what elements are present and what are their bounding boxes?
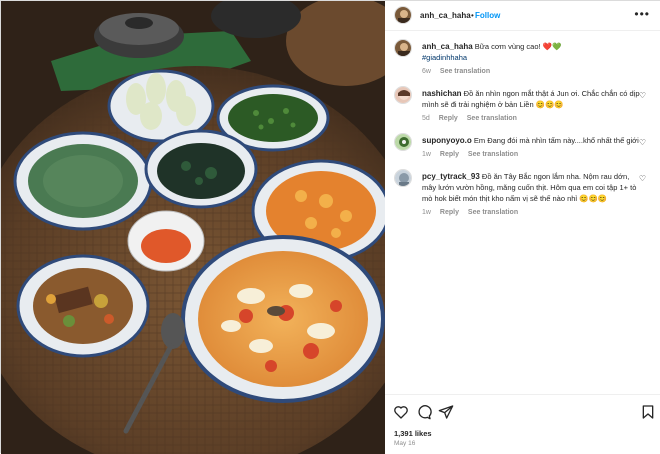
commenter-avatar[interactable] xyxy=(394,86,412,104)
comment-age: 1w xyxy=(422,209,431,216)
save-bookmark-icon[interactable] xyxy=(640,404,656,420)
avatar-image xyxy=(395,7,411,23)
likes-count[interactable]: 1,391 likes xyxy=(394,429,432,438)
reply-link[interactable]: Reply xyxy=(440,209,459,216)
instagram-post-window: anh_ca_haha • Follow ••• anh_ca_haha Bữa… xyxy=(0,0,660,454)
post-date: May 16 xyxy=(394,440,416,447)
avatar-image xyxy=(395,40,411,56)
comment-meta: 5d Reply See translation xyxy=(422,113,644,124)
like-comment-heart-icon[interactable]: ♡ xyxy=(639,174,646,183)
post-photo[interactable] xyxy=(1,1,385,454)
comment-age: 1w xyxy=(422,151,431,158)
caption-avatar[interactable] xyxy=(394,39,412,57)
caption-emoji: ❤️💚 xyxy=(542,42,562,51)
caption-age: 6w xyxy=(422,68,431,75)
avatar-image xyxy=(395,170,411,186)
commenter-avatar[interactable] xyxy=(394,133,412,151)
follow-button[interactable]: Follow xyxy=(475,11,500,20)
like-comment-heart-icon[interactable]: ♡ xyxy=(639,138,646,147)
comment-body: suponyoyo.o Em Đang đói mà nhìn tấm này.… xyxy=(422,135,644,160)
author-avatar[interactable] xyxy=(394,6,412,24)
food-tray-image xyxy=(1,1,385,454)
author-username[interactable]: anh_ca_haha xyxy=(420,11,471,20)
post-header: anh_ca_haha • Follow ••• xyxy=(385,1,660,31)
comment-age: 5d xyxy=(422,115,430,122)
comment-body: pcy_tytrack_93 Đồ ăn Tây Bắc ngon lắm nh… xyxy=(422,171,644,218)
see-translation-link[interactable]: See translation xyxy=(468,151,518,158)
avatar-image xyxy=(395,87,411,103)
comment-username[interactable]: suponyoyo.o xyxy=(422,136,472,145)
reply-link[interactable]: Reply xyxy=(440,151,459,158)
post-actions-bar: 1,391 likes May 16 xyxy=(385,394,660,454)
caption-body: anh_ca_haha Bữa cơm vùng cao! ❤️💚 #giadi… xyxy=(422,41,644,77)
post-details-panel: anh_ca_haha • Follow ••• anh_ca_haha Bữa… xyxy=(385,1,660,454)
comment-meta: 1w Reply See translation xyxy=(422,149,644,160)
like-comment-heart-icon[interactable]: ♡ xyxy=(639,91,646,100)
caption-text: Bữa cơm vùng cao! xyxy=(474,42,543,51)
more-options-icon[interactable]: ••• xyxy=(634,7,650,21)
see-translation-link[interactable]: See translation xyxy=(440,68,490,75)
separator-dot: • xyxy=(471,11,474,20)
see-translation-link[interactable]: See translation xyxy=(468,209,518,216)
caption-meta: 6w See translation xyxy=(422,66,644,77)
comment-text: Em Đang đói mà nhìn tấm này....khổ nhất … xyxy=(473,136,639,145)
caption-hashtag[interactable]: #giadinhhaha xyxy=(422,53,467,62)
caption-username[interactable]: anh_ca_haha xyxy=(422,42,473,51)
see-translation-link[interactable]: See translation xyxy=(467,115,517,122)
commenter-avatar[interactable] xyxy=(394,169,412,187)
comment-username[interactable]: nashichan xyxy=(422,89,462,98)
comment-meta: 1w Reply See translation xyxy=(422,207,644,218)
reply-link[interactable]: Reply xyxy=(439,115,458,122)
comment-username[interactable]: pcy_tytrack_93 xyxy=(422,172,480,181)
comment-body: nashichan Đồ ăn nhìn ngon mắt thật á Jun… xyxy=(422,88,644,124)
comment-bubble-icon[interactable] xyxy=(416,404,432,420)
like-heart-icon[interactable] xyxy=(393,404,409,420)
avatar-image xyxy=(395,134,411,150)
share-paper-plane-icon[interactable] xyxy=(438,404,454,420)
